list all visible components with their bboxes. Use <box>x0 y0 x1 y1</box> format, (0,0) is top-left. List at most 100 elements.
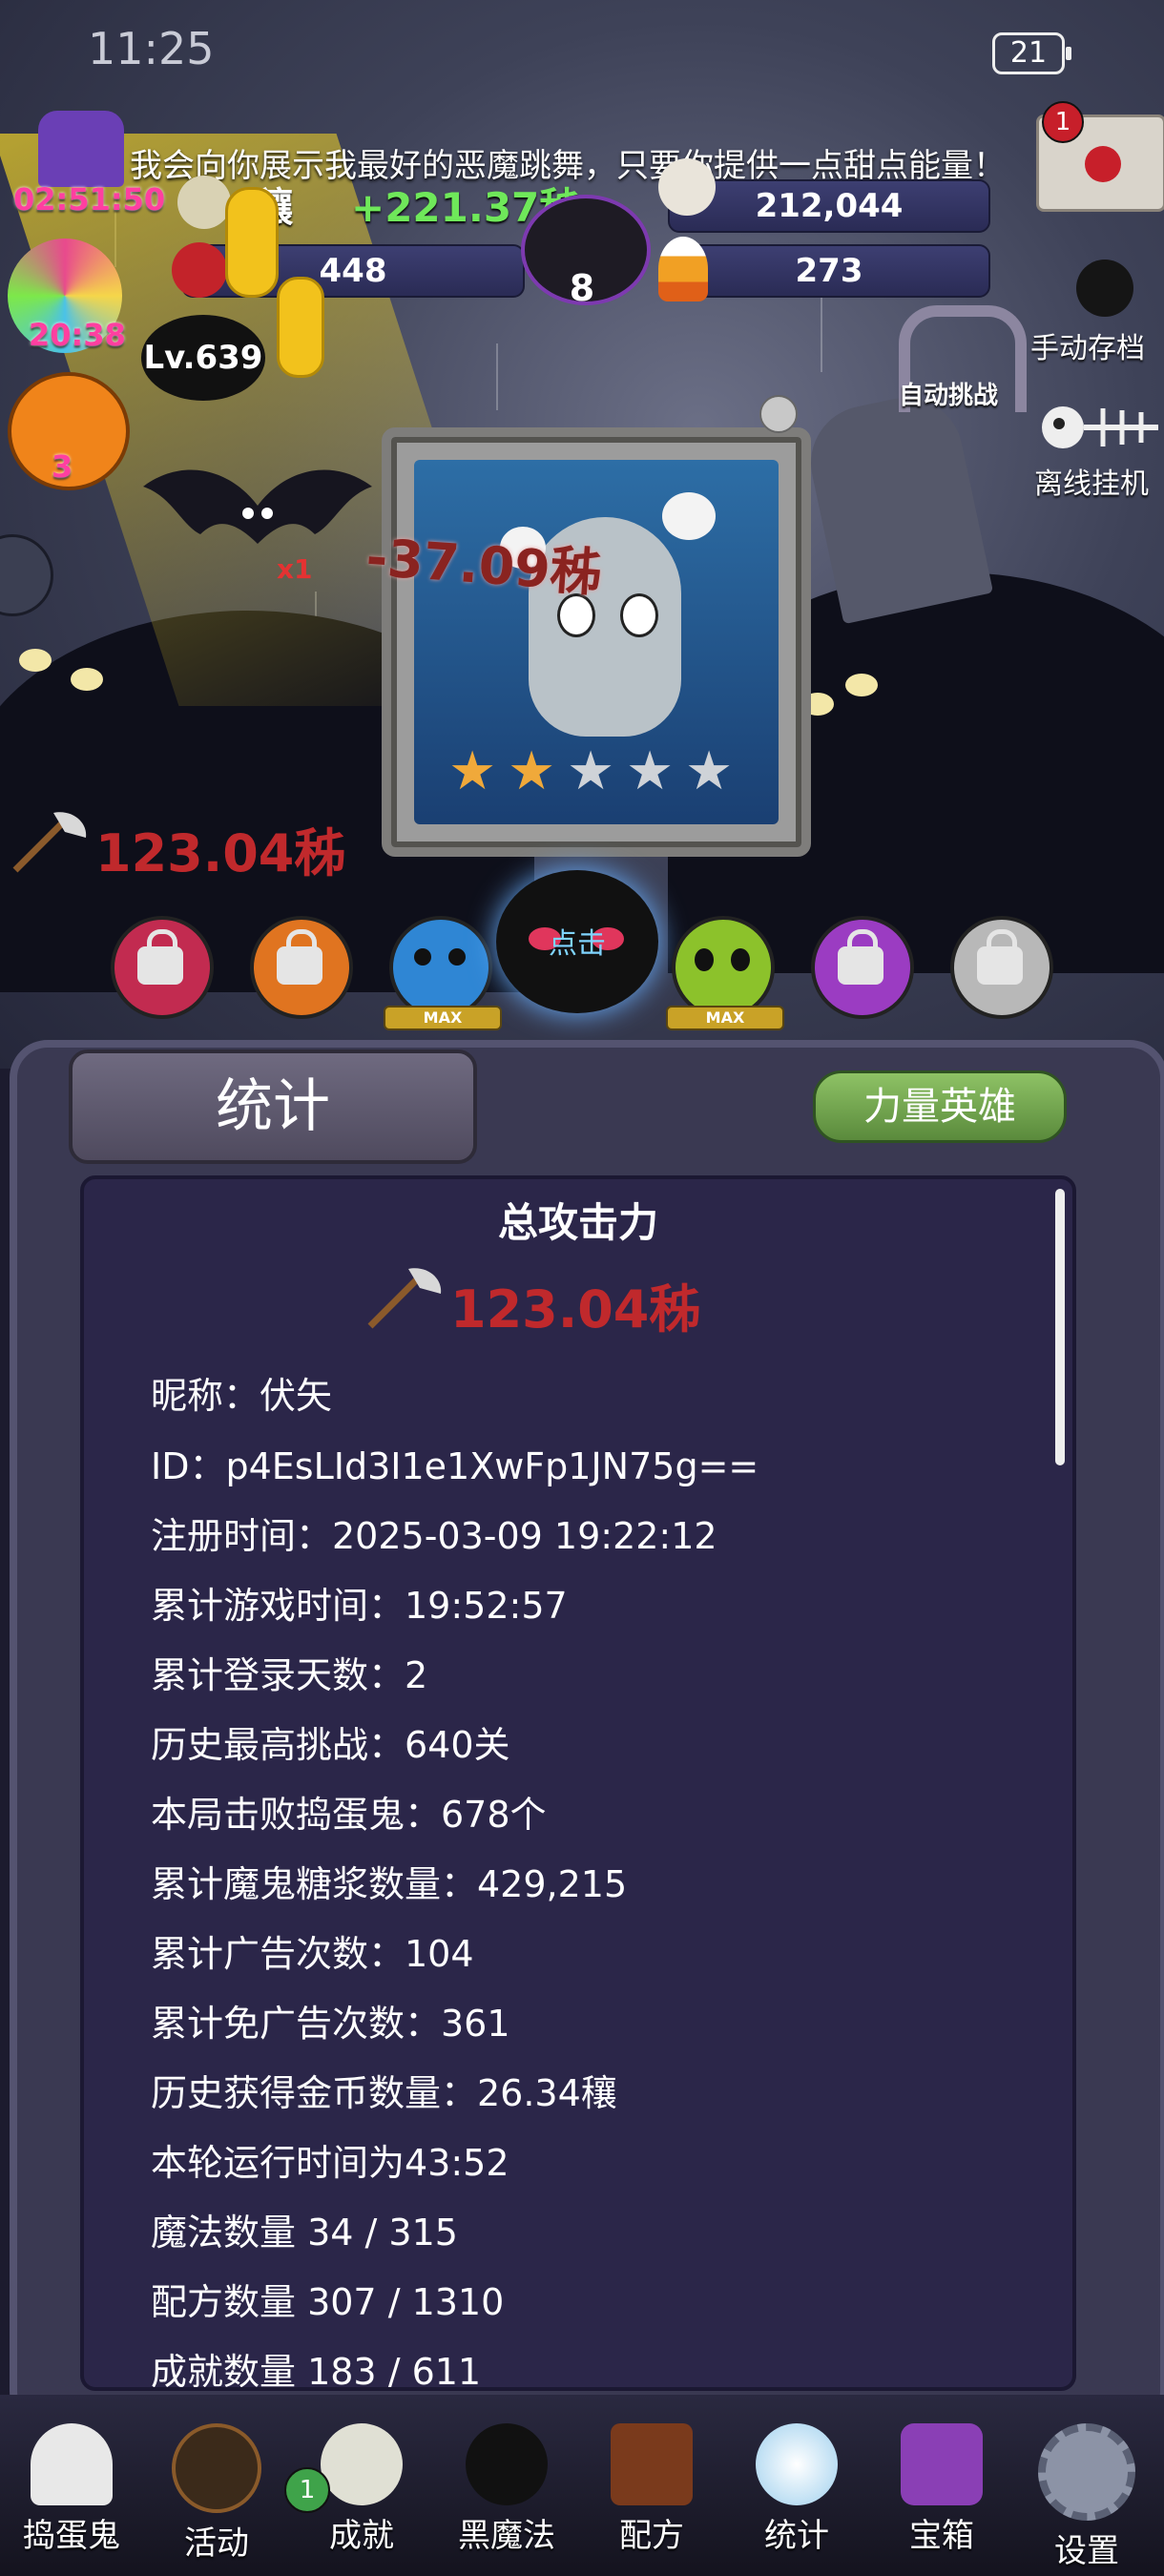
spellbook-icon <box>611 2423 693 2505</box>
coin-icon <box>225 187 279 298</box>
skull-eye <box>448 948 466 966</box>
tab-stats[interactable]: 统计 <box>69 1049 477 1164</box>
nav-item-chest[interactable]: 宝箱 <box>880 2423 1004 2556</box>
stat-recipe-count: 配方数量 307 / 1310 <box>151 2281 505 2323</box>
max-badge: MAX <box>384 1006 502 1030</box>
nav-label: 统计 <box>764 2517 829 2555</box>
stat-nickname: 昵称：伏矢 <box>151 1375 333 1417</box>
nav-item-recipe[interactable]: 配方 <box>590 2423 714 2556</box>
wax-seal-icon <box>1085 146 1121 182</box>
skull-trophy-icon <box>321 2423 403 2505</box>
star-empty-icon: ★ <box>567 740 615 802</box>
rain-streak <box>821 286 822 372</box>
max-badge: MAX <box>666 1006 784 1030</box>
syrup-bar: 212,044 <box>668 179 990 233</box>
nav-label: 成就 <box>329 2517 394 2555</box>
power-hero-button[interactable]: 力量英雄 <box>813 1070 1067 1143</box>
skull-eye <box>695 948 714 971</box>
nav-label: 捣蛋鬼 <box>23 2517 120 2555</box>
rain-streak <box>496 343 498 410</box>
witch-hat-timer: 02:51:50 <box>13 181 166 218</box>
hero-slot-locked[interactable] <box>950 916 1053 1019</box>
hero-slot-locked[interactable] <box>811 916 914 1019</box>
sack-icon <box>177 176 231 229</box>
axe-icon <box>12 812 87 873</box>
star-empty-icon: ★ <box>626 740 675 802</box>
star-filled-icon: ★ <box>508 740 556 802</box>
hero-slot-blue-skull[interactable]: MAX <box>384 916 502 1030</box>
stat-login-days: 累计登录天数：2 <box>151 1654 428 1696</box>
skull-eye <box>731 948 750 971</box>
auto-challenge-button[interactable]: 自动挑战 <box>899 376 998 411</box>
nav-item-settings[interactable]: 设置 <box>1025 2423 1149 2571</box>
nav-label: 宝箱 <box>909 2517 974 2555</box>
status-clock: 11:25 <box>88 23 215 74</box>
stat-ad-free: 累计免广告次数：361 <box>151 2003 510 2045</box>
attack-power: 123.04秭 <box>95 823 346 883</box>
lock-icon <box>977 929 1023 985</box>
glowing-eye <box>19 649 52 672</box>
stat-play-time: 累计游戏时间：19:52:57 <box>151 1585 568 1627</box>
nav-label: 活动 <box>184 2524 249 2563</box>
lollipop-timer: 20:38 <box>29 317 126 353</box>
demon-icon <box>466 2423 548 2505</box>
level-badge[interactable]: Lv.639 <box>141 315 265 401</box>
boss-star-rating: ★ ★ ★ ★ ★ <box>448 740 763 807</box>
glowing-eye <box>845 674 878 696</box>
lock-icon <box>137 929 183 985</box>
gear-icon <box>1038 2423 1135 2521</box>
boss-eye <box>620 593 658 637</box>
click-demon-button[interactable]: 点击 <box>496 870 658 1013</box>
stat-ads: 累计广告次数：104 <box>151 1933 474 1975</box>
nav-item-stats[interactable]: 统计 <box>735 2423 859 2556</box>
achievement-badge: 1 <box>284 2467 330 2513</box>
stat-defeated: 本局击败捣蛋鬼：678个 <box>151 1794 547 1836</box>
lock-icon <box>838 929 883 985</box>
pumpkin-count: 3 <box>52 448 73 485</box>
spider-icon <box>1076 260 1133 317</box>
hero-slot-green-skull[interactable]: MAX <box>666 916 784 1030</box>
ghost-icon <box>31 2423 113 2505</box>
hero-slot-locked[interactable] <box>250 916 353 1019</box>
nav-item-activity[interactable]: 活动 <box>155 2423 279 2564</box>
stat-achievement-count: 成就数量 183 / 611 <box>151 2351 482 2391</box>
axe-icon <box>367 1268 442 1329</box>
stats-content[interactable]: 总攻击力 123.04秭 昵称：伏矢 ID：p4EsLId3I1e1XwFp1J… <box>80 1175 1076 2391</box>
bat-multiplier: x1 <box>277 553 313 585</box>
click-label: 点击 <box>549 927 606 961</box>
nav-item-troublemaker[interactable]: 捣蛋鬼 <box>10 2423 134 2556</box>
witch-hat-icon[interactable] <box>38 111 124 187</box>
panel-title: 总攻击力 <box>497 1199 658 1246</box>
glowing-eye <box>71 668 103 691</box>
boss-portrait-frame[interactable]: ★ ★ ★ ★ ★ <box>382 427 811 857</box>
stat-magic-count: 魔法数量 34 / 315 <box>151 2212 458 2254</box>
bat-icon <box>143 469 372 544</box>
eyeball-cauldron-icon <box>172 2423 261 2513</box>
save-button[interactable]: 手动存档 <box>1030 324 1145 366</box>
crystal-ball-icon <box>756 2423 838 2505</box>
skull-potion-icon <box>658 158 716 216</box>
nav-label: 配方 <box>619 2517 684 2555</box>
candy-apple-icon <box>172 242 227 298</box>
fish-bone-icon[interactable] <box>1036 397 1160 458</box>
star-empty-icon: ★ <box>685 740 734 802</box>
battery-indicator: 21 <box>992 32 1071 74</box>
gift-box-icon <box>901 2423 983 2505</box>
nav-item-black-magic[interactable]: 黑魔法 <box>445 2423 569 2556</box>
offline-button[interactable]: 离线挂机 <box>1034 460 1149 502</box>
stat-highest-challenge: 历史最高挑战：640关 <box>151 1724 510 1766</box>
coin-icon <box>277 277 324 378</box>
candy-corn-icon <box>658 237 708 301</box>
candy-corn-bar: 273 <box>668 244 990 298</box>
stat-gold-total: 历史获得金币数量：26.34穰 <box>151 2072 617 2114</box>
mail-badge: 1 <box>1042 101 1084 143</box>
skull-icon <box>662 492 716 540</box>
cauldron-count: 8 <box>569 267 595 309</box>
stat-syrup-total: 累计魔鬼糖浆数量：429,215 <box>151 1863 628 1905</box>
hero-slot-locked[interactable] <box>111 916 214 1019</box>
stat-id: ID：p4EsLId3I1e1XwFp1JN75g== <box>151 1445 759 1487</box>
stat-run-time: 本轮运行时间为43:52 <box>151 2142 509 2184</box>
star-filled-icon: ★ <box>448 740 497 802</box>
nav-label: 黑魔法 <box>458 2517 555 2555</box>
nav-label: 设置 <box>1054 2532 1119 2570</box>
